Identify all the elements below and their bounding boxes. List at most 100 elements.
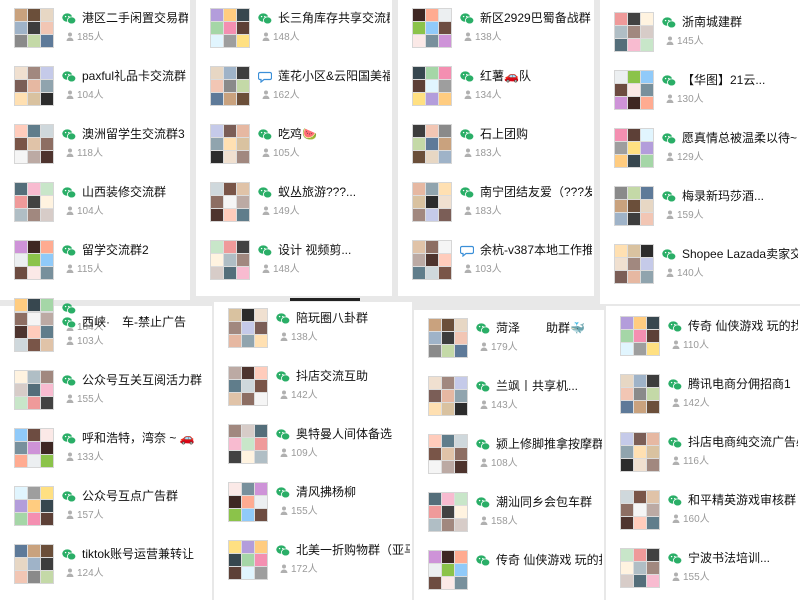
group-avatar xyxy=(210,182,250,222)
person-icon xyxy=(464,206,472,215)
group-list-item[interactable]: 长三角库存共享交流群 148人 xyxy=(196,2,392,52)
member-count-text: 105人 xyxy=(273,148,300,159)
member-count-text: 143人 xyxy=(491,400,518,411)
member-count-text: 159人 xyxy=(677,210,704,221)
member-count-text: 138人 xyxy=(475,32,502,43)
group-list-item[interactable]: 公众号互关互阅活力群 155人 xyxy=(0,364,212,414)
group-list-item[interactable]: 红薯🚗队 134人 xyxy=(398,60,594,110)
group-list-item[interactable]: 港区二手闲置交易群 185人 xyxy=(0,2,190,52)
member-count-text: 157人 xyxy=(77,510,104,521)
group-list-item[interactable]: Shopee Lazada卖家交流(广告) 140人 xyxy=(600,238,800,288)
group-list-item[interactable]: 宁波书法培训... 155人 xyxy=(606,542,800,592)
group-avatar xyxy=(210,124,250,164)
group-list-item[interactable]: 颍上修脚推拿按摩群 108人 xyxy=(414,428,604,478)
member-count: 143人 xyxy=(480,400,518,412)
group-list-item[interactable]: 西峡· 车-禁止广告 103人 xyxy=(0,306,212,356)
group-list-item[interactable]: 【华图】21云... 130人 xyxy=(600,64,800,114)
group-avatar xyxy=(428,318,468,358)
group-list-item[interactable]: 愿真情总被温柔以待~ 129人 xyxy=(600,122,800,172)
wechat-icon xyxy=(276,486,291,499)
group-list-item[interactable]: 南宁团结友爱（???发广告 183人 xyxy=(398,176,594,226)
group-list-item[interactable]: 抖店交流互助 142人 xyxy=(214,360,412,410)
group-name: 蚁丛旅游???... xyxy=(278,185,357,199)
person-icon xyxy=(666,94,674,103)
group-name: 腾讯电商分佣招商1 群 xyxy=(688,377,798,391)
group-list-item[interactable]: 清风拂杨柳 155人 xyxy=(214,476,412,526)
member-count: 162人 xyxy=(262,90,300,102)
group-name: 西峡· 车-禁止广告 xyxy=(82,315,186,329)
group-list-item[interactable]: 抖店电商纯交流广告必踢 116人 xyxy=(606,426,800,476)
person-icon xyxy=(672,456,680,465)
group-list-item[interactable]: 余杭-v387本地工作推荐 103人 xyxy=(398,234,594,284)
member-count-text: 160人 xyxy=(683,514,710,525)
group-list-item[interactable]: 传奇 仙侠游戏 玩的找管理 xyxy=(414,544,604,594)
person-icon xyxy=(280,506,288,515)
wechat-icon xyxy=(476,496,491,509)
group-list-item[interactable]: 潮汕同乡会包车群 158人 xyxy=(414,486,604,536)
wechat-icon xyxy=(276,370,291,383)
group-avatar xyxy=(428,376,468,416)
member-count: 159人 xyxy=(666,210,704,222)
group-list-item[interactable]: 传奇 仙侠游戏 玩的找管理 110人 xyxy=(606,310,800,360)
group-list-item[interactable]: 新区2929巴蜀备战群 138人 xyxy=(398,2,594,52)
member-count-text: 103人 xyxy=(77,336,104,347)
member-count: 103人 xyxy=(66,336,104,348)
wechat-icon xyxy=(460,128,475,141)
divider-strip xyxy=(290,298,360,301)
group-name: 宁波书法培训... xyxy=(688,551,771,565)
member-count: 155人 xyxy=(280,506,318,518)
group-avatar xyxy=(228,366,268,406)
group-list-item[interactable]: 浙南城建群 145人 xyxy=(600,6,800,56)
group-list-item[interactable]: 蚁丛旅游???... 149人 xyxy=(196,176,392,226)
person-icon xyxy=(464,90,472,99)
group-name: Shopee Lazada卖家交流(广告) xyxy=(682,247,798,261)
wechat-icon xyxy=(258,244,273,257)
member-count-text: 138人 xyxy=(291,332,318,343)
group-avatar xyxy=(14,8,54,48)
group-name: 传奇 仙侠游戏 玩的找管理 xyxy=(496,553,602,567)
person-icon xyxy=(66,148,74,157)
group-name: 浙南城建群 xyxy=(682,15,743,29)
group-list-item[interactable]: 石上团购 183人 xyxy=(398,118,594,168)
member-count: 183人 xyxy=(464,206,502,218)
group-list-item[interactable]: 公众号互点广告群 157人 xyxy=(0,480,212,530)
member-count-text: 148人 xyxy=(273,32,300,43)
wechat-icon xyxy=(62,548,77,561)
group-list-item[interactable]: 陪玩圈八卦群 138人 xyxy=(214,302,412,352)
group-avatar xyxy=(412,124,452,164)
group-avatar xyxy=(210,8,250,48)
group-list-item[interactable]: 梅录新玛莎酒... 159人 xyxy=(600,180,800,230)
person-icon xyxy=(672,398,680,407)
group-list-item[interactable]: 澳洲留学生交流群3 118人 xyxy=(0,118,190,168)
group-list-item[interactable]: 兰飒丨共享机... 143人 xyxy=(414,370,604,420)
group-list-item[interactable]: tiktok账号运营兼转让 124人 xyxy=(0,538,212,588)
group-list-item[interactable]: 设计 视频剪... 148人 xyxy=(196,234,392,284)
group-list-item[interactable]: 北美一折购物群（亚马逊) 172人 xyxy=(214,534,412,584)
group-list-item[interactable]: 呼和浩特，湾奈 ~ 🚗 133人 xyxy=(0,422,212,472)
member-count: 138人 xyxy=(464,32,502,44)
group-avatar xyxy=(620,374,660,414)
group-list-item[interactable]: 留学交流群2 115人 xyxy=(0,234,190,284)
group-name: 传奇 仙侠游戏 玩的找管理 xyxy=(688,319,798,333)
person-icon xyxy=(666,36,674,45)
group-list-item[interactable]: 奥特曼人间体备选 109人 xyxy=(214,418,412,468)
person-icon xyxy=(262,32,270,41)
group-avatar xyxy=(614,244,654,284)
person-icon xyxy=(262,90,270,99)
group-avatar xyxy=(428,550,468,590)
member-count-text: 155人 xyxy=(683,572,710,583)
group-name: 呼和浩特，湾奈 ~ 🚗 xyxy=(82,431,195,445)
group-list-item[interactable]: paxful礼品卡交流群 104人 xyxy=(0,60,190,110)
member-count: 183人 xyxy=(464,148,502,160)
group-list-item[interactable]: 菏泽 助群🐳 179人 xyxy=(414,312,604,362)
group-list-item[interactable]: 腾讯电商分佣招商1 群 142人 xyxy=(606,368,800,418)
member-count-text: 172人 xyxy=(291,564,318,575)
wechat-icon xyxy=(662,132,677,145)
group-name: 山西装修交流群 xyxy=(82,185,167,199)
member-count: 185人 xyxy=(66,32,104,44)
group-list-item[interactable]: 吃鸡🍉 105人 xyxy=(196,118,392,168)
group-list-item[interactable]: 莲花小区&云阳国美福利ACU2-MD 162人 xyxy=(196,60,392,110)
group-list-item[interactable]: 和平精英游戏审核群 160人 xyxy=(606,484,800,534)
person-icon xyxy=(666,210,674,219)
group-list-item[interactable]: 山西装修交流群 104人 xyxy=(0,176,190,226)
